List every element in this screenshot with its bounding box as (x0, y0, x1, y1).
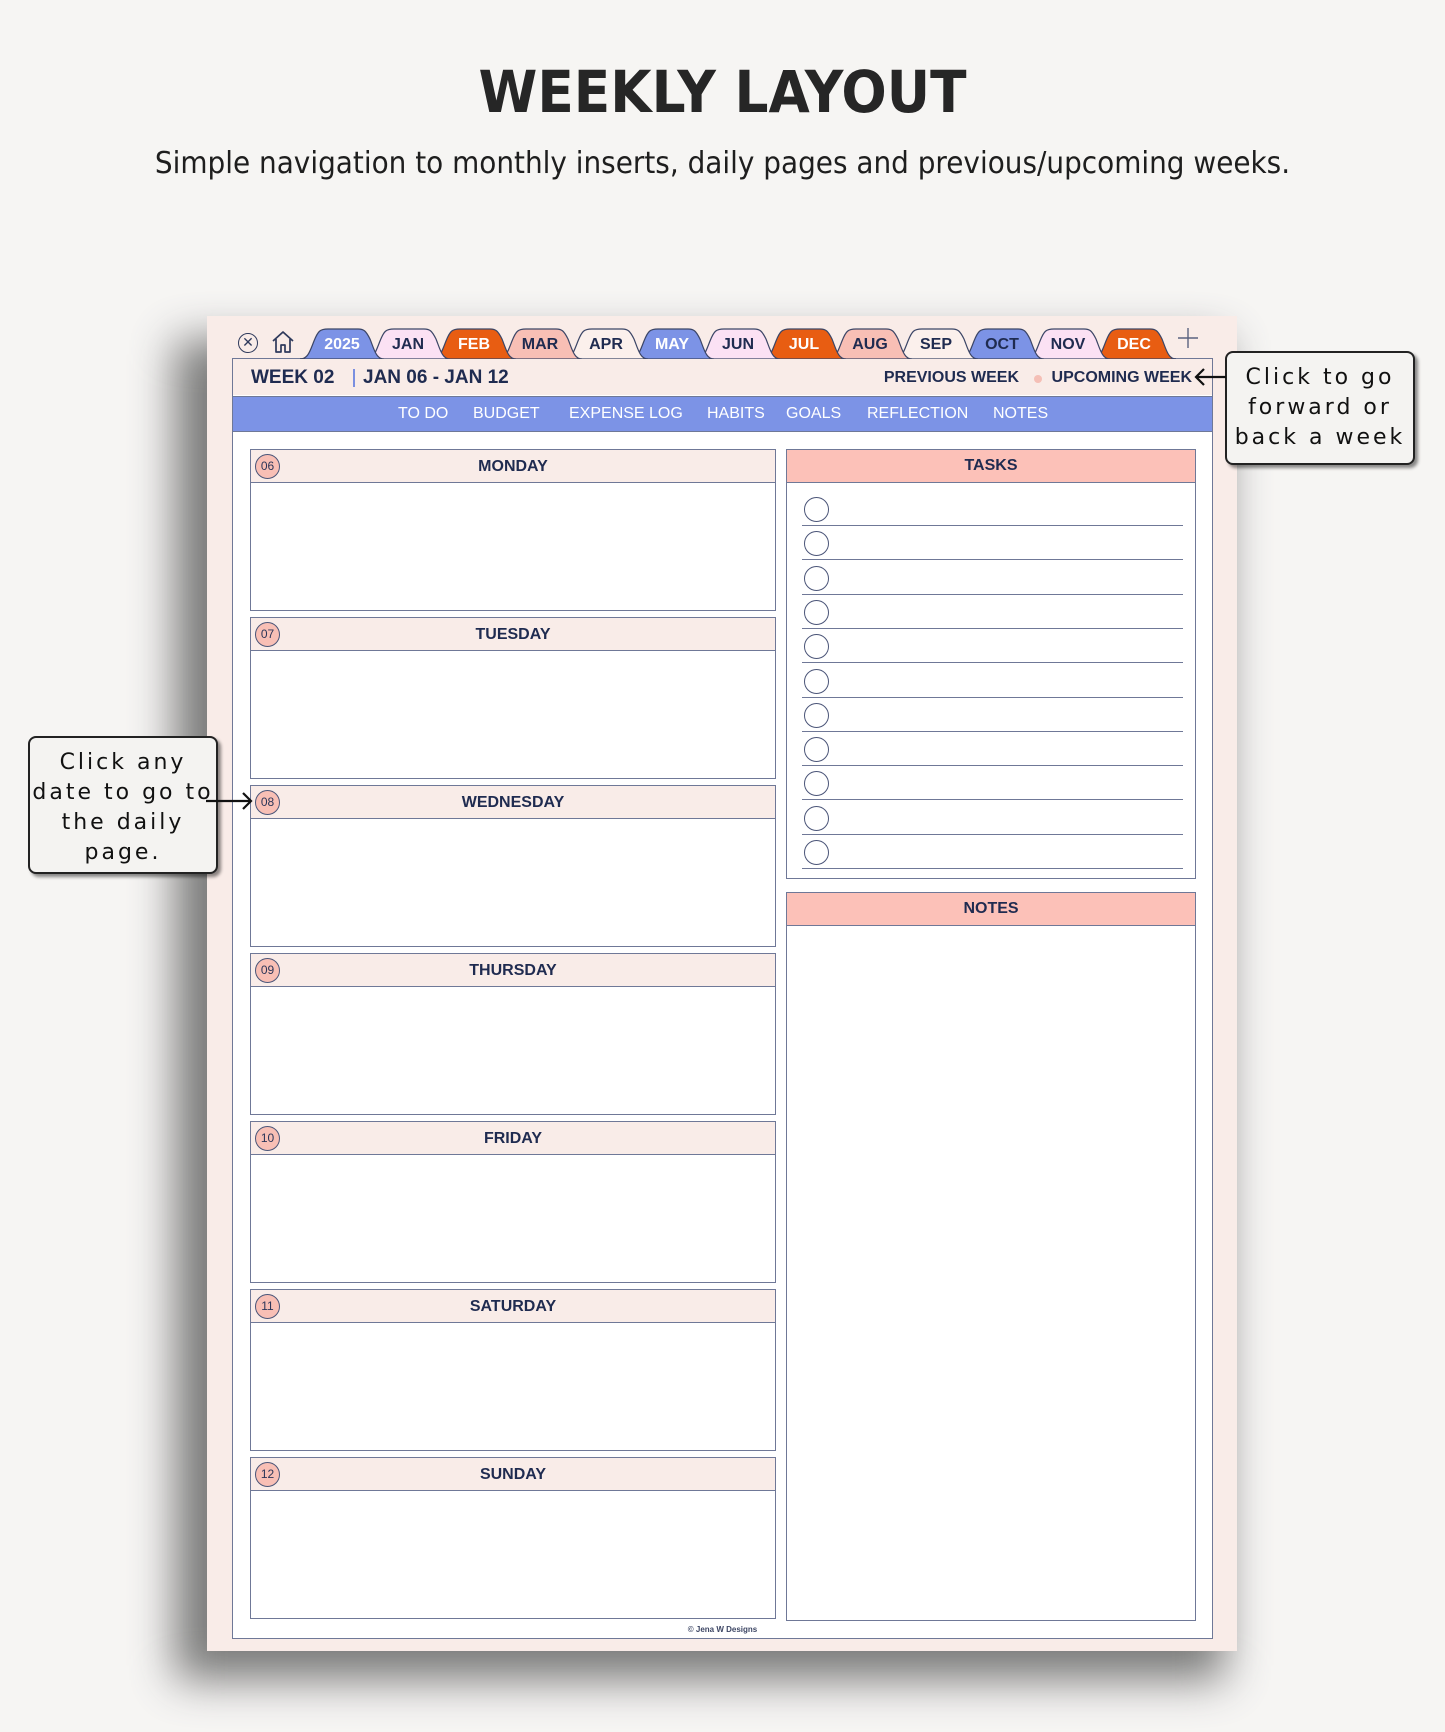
task-row[interactable] (802, 835, 1183, 869)
day-name: SUNDAY (479, 1466, 547, 1483)
month-tab[interactable]: 2025 (300, 327, 384, 359)
week-number: WEEK 02 (251, 367, 335, 388)
checkbox-circle-icon[interactable] (804, 840, 829, 865)
day-box[interactable]: 08 WEDNESDAY (250, 785, 776, 947)
day-header: 08 WEDNESDAY (251, 786, 775, 819)
day-header: 07 TUESDAY (251, 618, 775, 651)
tab-label: 2025 (324, 336, 360, 353)
home-icon[interactable] (270, 329, 296, 355)
day-header: 11 SATURDAY (251, 1290, 775, 1323)
nav-goals[interactable]: GOALS (786, 405, 841, 423)
day-box[interactable]: 07 TUESDAY (250, 617, 776, 779)
task-row[interactable] (802, 801, 1183, 835)
close-icon[interactable]: ✕ (238, 333, 258, 353)
day-box[interactable]: 12 SUNDAY (250, 1457, 776, 1619)
checkbox-circle-icon[interactable] (804, 531, 829, 557)
tasks-title: TASKS (787, 450, 1195, 483)
checkbox-circle-icon[interactable] (804, 497, 829, 522)
checkbox-circle-icon[interactable] (804, 565, 829, 591)
week-header: WEEK 02 JAN 06 - JAN 12 PREVIOUS WEEK UP… (233, 359, 1212, 395)
nav-habits[interactable]: HABITS (707, 405, 765, 423)
tasks-panel: TASKS (786, 449, 1196, 879)
day-name: WEDNESDAY (461, 794, 565, 811)
checkbox-circle-icon[interactable] (804, 771, 829, 797)
day-header: 12 SUNDAY (251, 1458, 775, 1491)
separator-dot (1034, 375, 1042, 383)
day-box[interactable]: 10 FRIDAY (250, 1121, 776, 1283)
task-row[interactable] (802, 561, 1183, 595)
day-header: 06 MONDAY (251, 450, 775, 483)
arrow-right-icon (206, 792, 253, 810)
week-range: JAN 06 - JAN 12 (363, 367, 509, 388)
checkbox-circle-icon[interactable] (804, 737, 829, 763)
day-name: MONDAY (478, 458, 548, 475)
day-box[interactable]: 09 THURSDAY (250, 953, 776, 1115)
nav-expense-log[interactable]: EXPENSE LOG (569, 405, 683, 423)
previous-week-link[interactable]: PREVIOUS WEEK (884, 369, 1019, 387)
nav-notes[interactable]: NOTES (993, 405, 1048, 423)
day-header: 09 THURSDAY (251, 954, 775, 987)
nav-todo[interactable]: TO DO (398, 405, 448, 423)
day-box[interactable]: 11 SATURDAY (250, 1289, 776, 1451)
task-row[interactable] (802, 664, 1183, 698)
callout-week-nav: Click to go forward or back a week (1225, 351, 1415, 465)
day-header: 10 FRIDAY (251, 1122, 775, 1155)
day-name: FRIDAY (483, 1130, 543, 1147)
checkbox-circle-icon[interactable] (804, 634, 829, 660)
arrow-left-icon (1194, 368, 1226, 386)
task-row[interactable] (802, 698, 1183, 732)
credit: © Jena W Designs (687, 1625, 758, 1634)
task-row[interactable] (802, 766, 1183, 801)
day-box[interactable]: 06 MONDAY (250, 449, 776, 611)
task-row[interactable] (802, 492, 1183, 526)
notes-panel[interactable]: NOTES (786, 892, 1196, 1621)
day-name: THURSDAY (469, 962, 557, 979)
checkbox-circle-icon[interactable] (804, 805, 829, 831)
callout-daily: Click any date to go to the daily page. (28, 736, 218, 874)
hero-title: WEEKLY LAYOUT (478, 58, 967, 126)
nav-budget[interactable]: BUDGET (473, 405, 540, 423)
notes-title: NOTES (787, 893, 1195, 926)
section-nav: TO DO BUDGET EXPENSE LOG HABITS GOALS RE… (233, 396, 1212, 432)
day-name: TUESDAY (475, 626, 551, 643)
weekly-frame: WEEK 02 JAN 06 - JAN 12 PREVIOUS WEEK UP… (232, 358, 1213, 1639)
upcoming-week-link[interactable]: UPCOMING WEEK (1052, 369, 1192, 387)
task-row[interactable] (802, 595, 1183, 629)
hero-subtitle: Simple navigation to monthly inserts, da… (154, 146, 1291, 181)
day-name: SATURDAY (469, 1298, 557, 1315)
task-row[interactable] (802, 629, 1183, 664)
checkbox-circle-icon[interactable] (804, 599, 829, 625)
divider (353, 369, 355, 387)
checkbox-circle-icon[interactable] (804, 668, 829, 694)
task-row[interactable] (802, 526, 1183, 561)
checkbox-circle-icon[interactable] (804, 702, 829, 728)
task-row[interactable] (802, 732, 1183, 767)
plus-icon[interactable] (1176, 326, 1200, 350)
nav-reflection[interactable]: REFLECTION (867, 405, 968, 423)
